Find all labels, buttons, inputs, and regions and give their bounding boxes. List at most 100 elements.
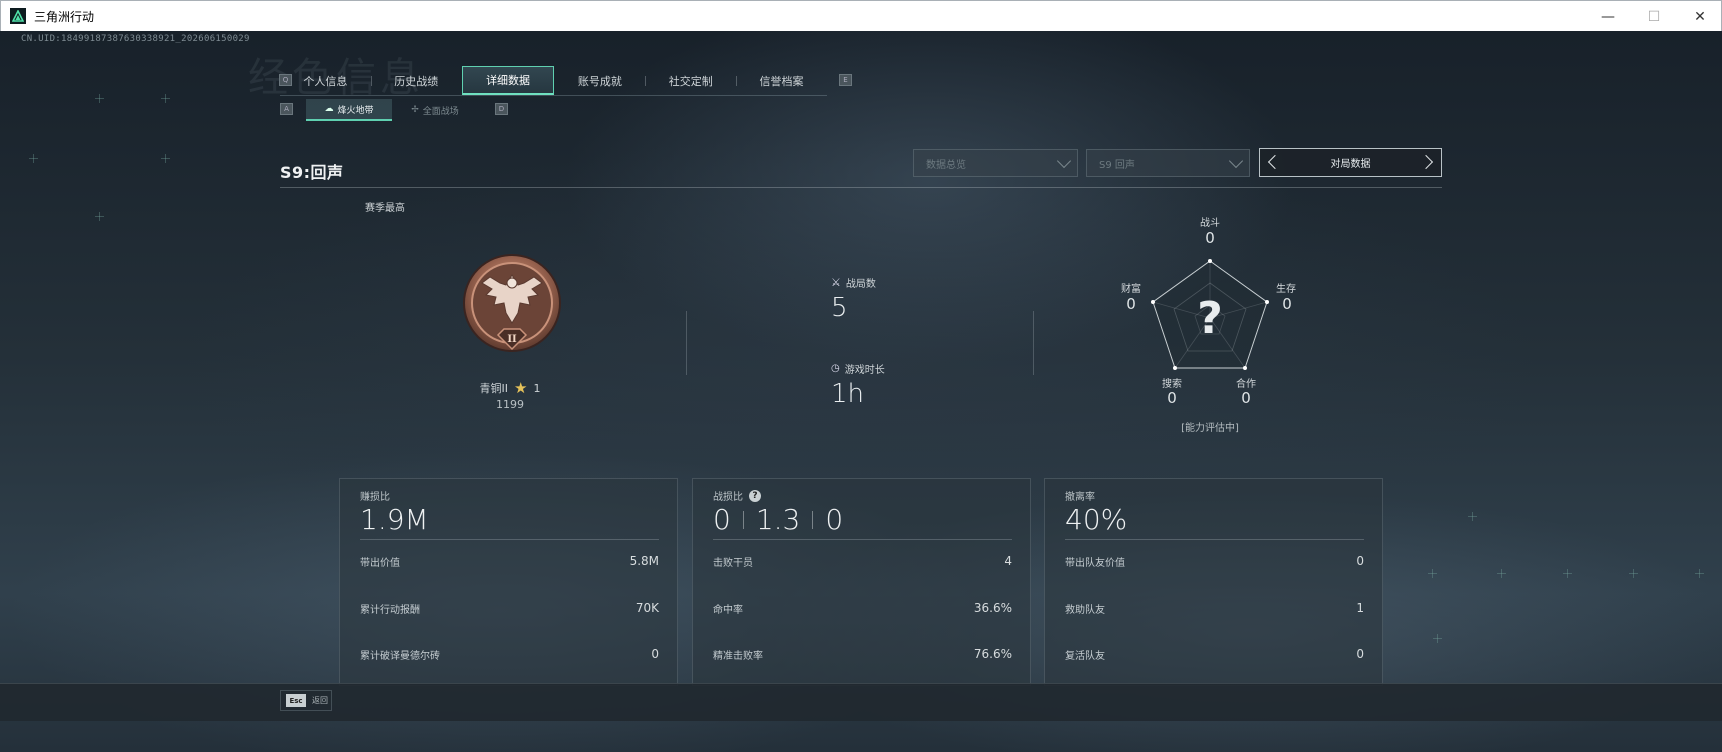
tab-match-history[interactable]: 历史战绩: [370, 66, 462, 95]
radar-survival-label: 生存: [1276, 284, 1296, 295]
sub-tab-bar: ☁ 烽火地带 ✢ 全面战场: [306, 99, 478, 121]
radar-search-label: 搜索: [1162, 379, 1182, 390]
card-row: 精准击败率 76.6%: [713, 647, 1012, 662]
card-divider: [360, 539, 659, 540]
tab-social[interactable]: 社交定制: [645, 66, 736, 95]
radar-combat-label: 战斗: [1200, 218, 1220, 229]
subtab-label: 烽火地带: [337, 105, 374, 116]
radar-teamwork-label: 合作: [1236, 379, 1256, 390]
profit-value: 1.9M: [360, 503, 429, 536]
chevron-down-icon: [1056, 153, 1072, 169]
card-divider: [713, 539, 1012, 540]
profit-card: 赚损比 1.9M 带出价值 5.8M 累计行动报酬 70K 累计破译曼德尔砖 0: [339, 478, 678, 686]
row-value: 70K: [635, 601, 659, 615]
extract-card: 撤离率 40% 带出队友价值 0 救助队友 1 复活队友 0: [1044, 478, 1383, 686]
kd-value-left: 0: [713, 503, 731, 536]
rank-stars: 1: [533, 381, 541, 395]
user-uid: CN.UID:18499187387630338921_202606150029: [21, 34, 250, 44]
match-data-label: 对局数据: [1330, 159, 1371, 170]
card-divider: [1065, 539, 1364, 540]
tab-detailed-data[interactable]: 详细数据: [461, 66, 555, 95]
tab-achievements[interactable]: 账号成就: [554, 66, 645, 95]
grid-cross-deco: [1497, 569, 1506, 578]
row-label: 累计破译曼德尔砖: [360, 651, 440, 662]
radar-note: [能力评估中]: [1181, 423, 1239, 434]
row-value: 0: [651, 647, 659, 661]
matches-value: 5: [831, 293, 848, 323]
season-best-label: 赛季最高: [365, 203, 405, 214]
season-dropdown[interactable]: S9 回声: [1086, 149, 1250, 177]
kd-title: 战损比: [713, 492, 743, 503]
window-title: 三角洲行动: [34, 9, 95, 24]
key-hint-next-tab: E: [839, 74, 852, 86]
grid-cross-deco: [161, 154, 170, 163]
radar-combat-value: 0: [1205, 229, 1215, 247]
tab-personal-info[interactable]: 个人信息: [280, 66, 371, 95]
tab-credit-record[interactable]: 信誉档案: [736, 66, 827, 95]
row-label: 击败干员: [713, 558, 753, 569]
row-value: 36.6%: [973, 601, 1012, 615]
app-logo-icon: [10, 8, 26, 24]
card-row: 累计行动报酬 70K: [360, 601, 659, 616]
overview-dropdown[interactable]: 数据总览: [913, 149, 1078, 177]
grid-cross-deco: [1433, 634, 1442, 643]
warfare-icon: ✢: [411, 105, 419, 115]
row-value: 0: [1356, 647, 1364, 661]
match-data-switcher: 对局数据: [1259, 148, 1442, 177]
clock-icon: ◷: [831, 363, 840, 374]
subtab-label: 全面战场: [422, 106, 459, 117]
chevron-right-icon[interactable]: [1418, 154, 1434, 170]
grid-cross-deco: [1563, 569, 1572, 578]
row-label: 带出队友价值: [1065, 558, 1125, 569]
column-divider: [686, 311, 687, 375]
row-label: 复活队友: [1065, 651, 1105, 662]
grid-cross-deco: [1629, 569, 1638, 578]
subtab-warfare[interactable]: ✢ 全面战场: [392, 99, 478, 121]
hazard-zone-icon: ☁: [324, 104, 334, 114]
kd-separator: [742, 510, 744, 529]
grid-cross-deco: [29, 154, 38, 163]
minimize-button[interactable]: —: [1585, 1, 1631, 32]
row-label: 累计行动报酬: [360, 605, 420, 616]
card-row: 累计破译曼德尔砖 0: [360, 647, 659, 662]
close-button[interactable]: ✕: [1677, 1, 1722, 32]
card-row: 救助队友 1: [1065, 601, 1364, 616]
card-row: 击败干员 4: [713, 554, 1012, 569]
row-value: 1: [1356, 601, 1364, 615]
maximize-button[interactable]: ☐: [1631, 1, 1677, 32]
back-label: 返回: [312, 696, 328, 705]
key-hint-prev-subtab: A: [280, 103, 293, 115]
playtime-value: 1h: [831, 379, 865, 409]
grid-cross-deco: [95, 94, 104, 103]
extract-value: 40%: [1065, 503, 1128, 536]
radar-wealth-label: 财富: [1121, 284, 1141, 295]
kd-value-right: 0: [825, 503, 844, 536]
bottom-bar: [0, 683, 1722, 721]
grid-cross-deco: [161, 94, 170, 103]
card-row: 复活队友 0: [1065, 647, 1364, 662]
subtab-hazard-zone[interactable]: ☁ 烽火地带: [306, 99, 392, 121]
key-hint-next-subtab: D: [495, 103, 508, 115]
dropdown-value: 数据总览: [926, 159, 966, 171]
chevron-left-icon[interactable]: [1267, 154, 1283, 170]
kd-card: 战损比 ? 0 1.3 0 击败干员 4 命中率 36.6% 精准击败率 76.6%: [692, 478, 1031, 686]
radar-wealth-value: 0: [1126, 295, 1136, 313]
kd-values: 0 1.3 0: [713, 503, 843, 536]
row-label: 精准击败率: [713, 651, 763, 662]
row-value: 0: [1356, 554, 1364, 568]
row-value: 4: [1004, 554, 1012, 568]
card-title: 战损比 ?: [713, 488, 761, 503]
star-icon: ★: [514, 379, 528, 397]
season-title: S9:回声: [280, 163, 344, 182]
matches-label-row: ⚔ 战局数: [831, 275, 876, 290]
season-divider: [280, 187, 1442, 188]
game-viewport: CN.UID:18499187387630338921_202606150029…: [0, 31, 1722, 752]
rank-score: 1199: [496, 398, 524, 411]
rank-name-row: 青铜II ★ 1: [430, 379, 590, 397]
matches-label: 战局数: [845, 279, 876, 290]
column-divider: [1033, 311, 1034, 375]
dropdown-value: S9 回声: [1099, 159, 1135, 171]
card-row: 带出价值 5.8M: [360, 554, 659, 569]
kd-separator: [812, 510, 814, 529]
help-icon[interactable]: ?: [749, 489, 761, 502]
